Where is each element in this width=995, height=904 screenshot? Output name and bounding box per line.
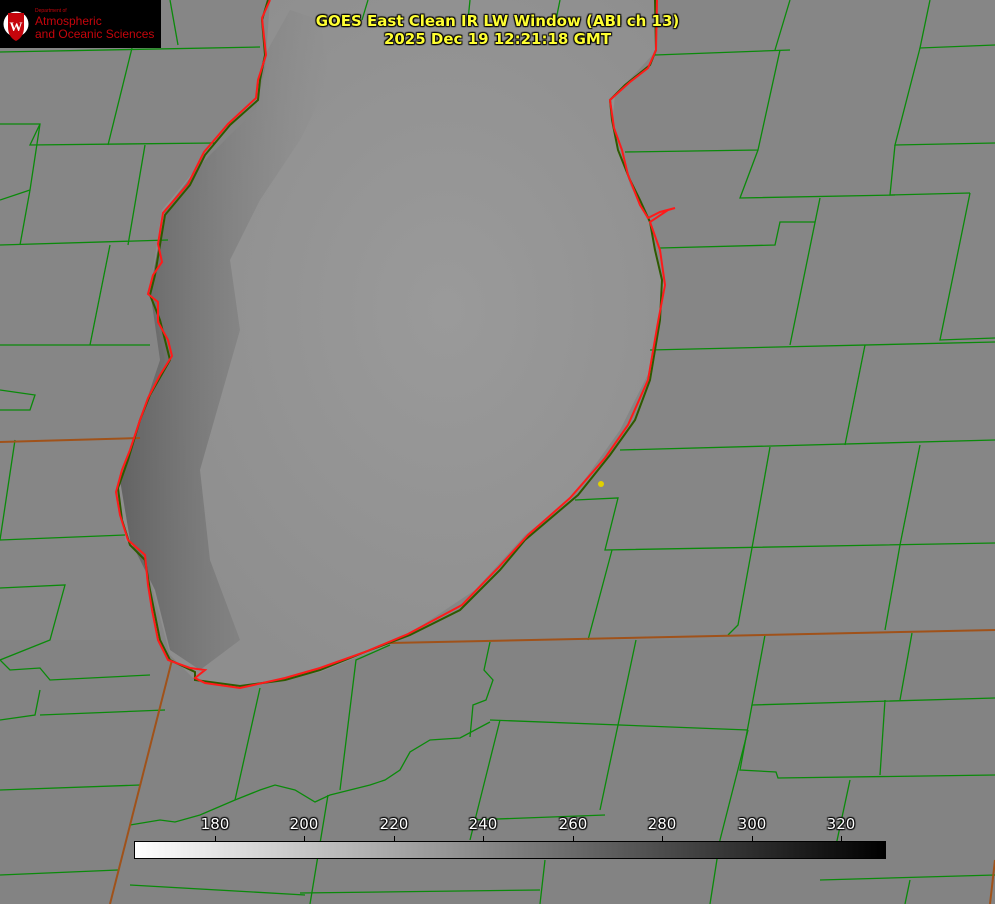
colorbar-tick — [573, 836, 574, 842]
colorbar-tick-label: 300 — [737, 815, 767, 833]
colorbar-tick — [662, 836, 663, 842]
colorbar-tick-label: 240 — [468, 815, 498, 833]
colorbar-tick-label: 180 — [200, 815, 230, 833]
colorbar-tick — [215, 836, 216, 842]
colorbar-tick-label: 220 — [379, 815, 409, 833]
colorbar-tick-label: 200 — [289, 815, 319, 833]
colorbar-tick — [304, 836, 305, 842]
colorbar-gradient — [134, 841, 886, 859]
location-marker — [598, 481, 604, 487]
colorbar-tick-label: 320 — [826, 815, 856, 833]
colorbar-tick — [752, 836, 753, 842]
map-title: GOES East Clean IR LW Window (ABI ch 13) — [315, 12, 680, 30]
colorbar-tick — [394, 836, 395, 842]
satellite-ir-map — [0, 0, 995, 904]
map-timestamp: 2025 Dec 19 12:21:18 GMT — [383, 30, 612, 48]
land-south-shading — [0, 640, 995, 904]
colorbar-tick — [483, 836, 484, 842]
colorbar-tick-label: 280 — [647, 815, 677, 833]
colorbar-tick-label: 260 — [558, 815, 588, 833]
colorbar-tick — [841, 836, 842, 842]
